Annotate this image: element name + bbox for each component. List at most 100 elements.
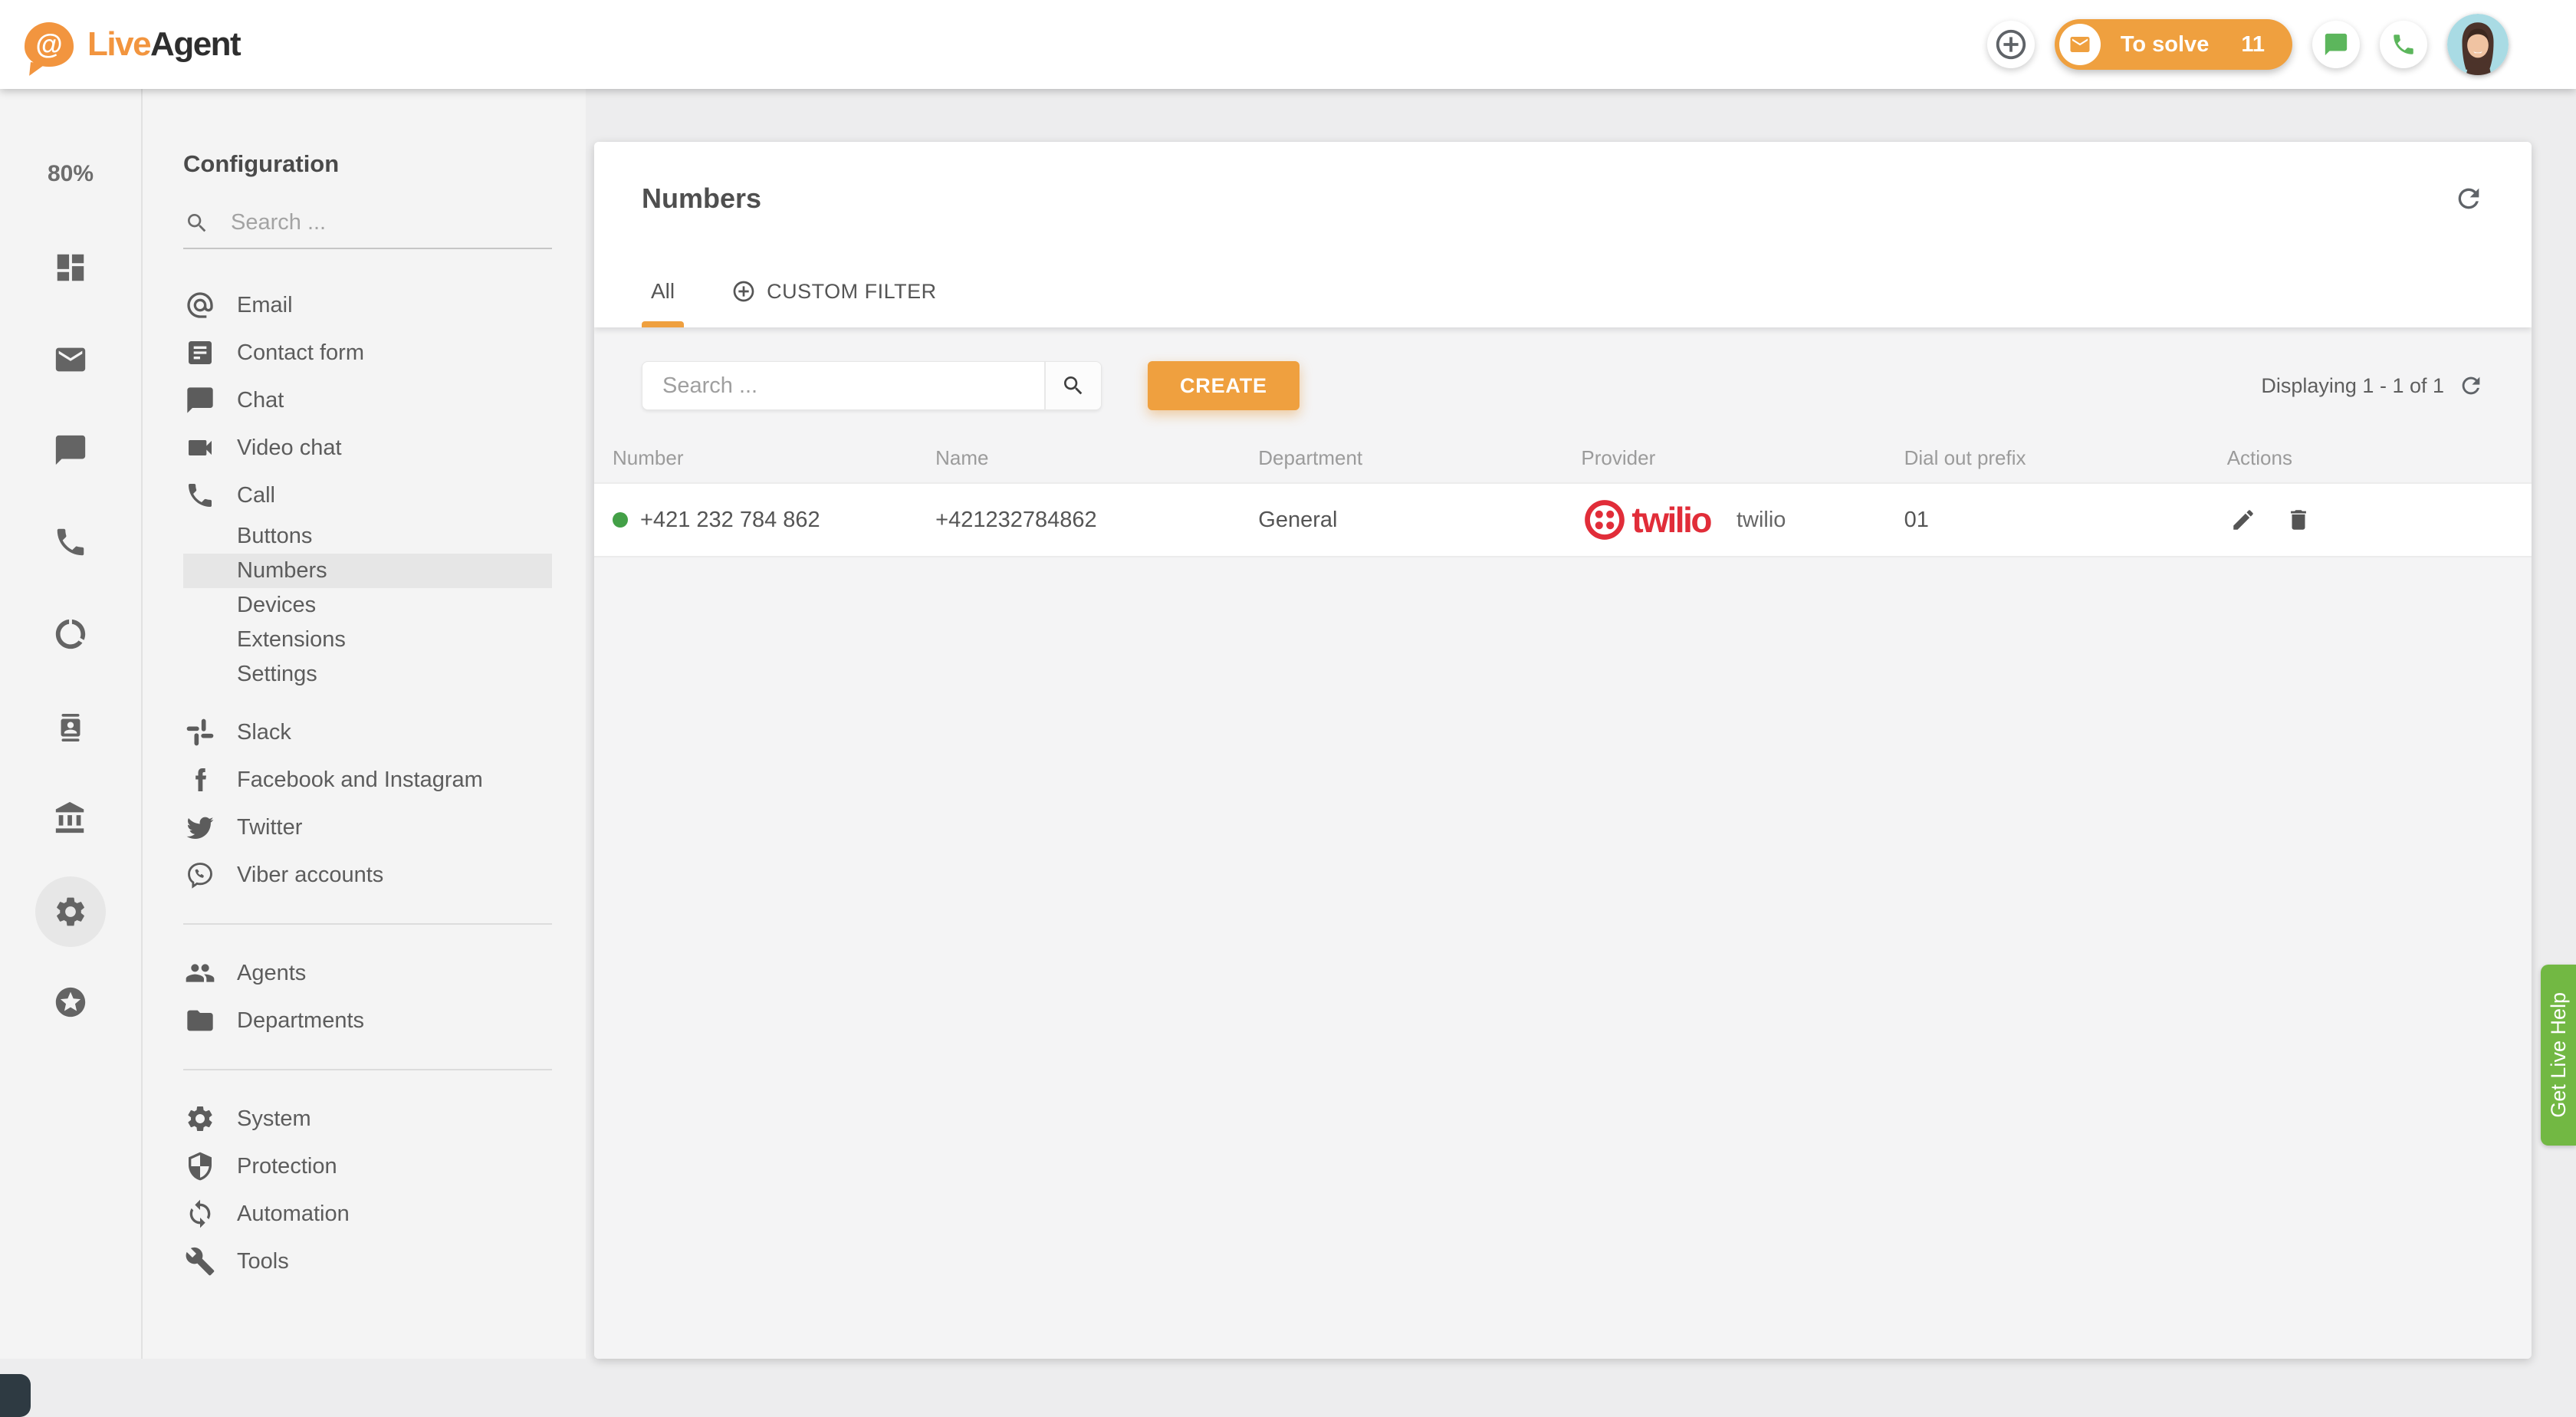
card-body: CREATE Displaying 1 - 1 of 1 Number Name… (594, 327, 2532, 1359)
menu-label: Automation (237, 1202, 350, 1227)
twilio-wordmark: twilio (1631, 499, 1710, 541)
liveagent-logo[interactable]: @ LiveAgent (25, 22, 240, 67)
rail-item-contacts[interactable] (46, 703, 95, 752)
brand-agent: Agent (150, 25, 240, 63)
submenu-item-buttons[interactable]: Buttons (183, 519, 552, 554)
configuration-menu: Email Contact form Chat Video chat Call … (183, 281, 552, 1285)
submenu-item-extensions[interactable]: Extensions (183, 623, 552, 657)
calls-button[interactable] (2380, 21, 2427, 68)
menu-item-departments[interactable]: Departments (183, 997, 552, 1044)
add-new-button[interactable] (1987, 21, 2035, 68)
rail-item-company[interactable] (46, 794, 95, 843)
menu-label: Viber accounts (237, 863, 383, 888)
rail-item-chats[interactable] (46, 426, 95, 475)
tabs-bar: All CUSTOM FILTER (642, 255, 2484, 327)
menu-item-agents[interactable]: Agents (183, 949, 552, 997)
submenu-label: Devices (237, 593, 316, 618)
page-title: Numbers (642, 182, 761, 215)
menu-label: Call (237, 483, 275, 508)
refresh-icon (2453, 183, 2484, 214)
rail-item-dashboard[interactable] (46, 243, 95, 292)
menu-item-chat[interactable]: Chat (183, 376, 552, 424)
menu-item-tools[interactable]: Tools (183, 1238, 552, 1285)
to-solve-button[interactable]: To solve 11 (2055, 19, 2292, 70)
number-cell: +421 232 784 862 (594, 508, 917, 533)
rail-item-configuration[interactable] (35, 876, 106, 947)
menu-item-call[interactable]: Call (183, 472, 552, 519)
column-header-number: Number (594, 446, 917, 470)
rail-item-starred[interactable] (46, 978, 95, 1027)
menu-label: Tools (237, 1249, 289, 1274)
submenu-label: Extensions (237, 627, 346, 653)
menu-item-automation[interactable]: Automation (183, 1190, 552, 1238)
user-avatar[interactable] (2447, 14, 2509, 75)
menu-item-email[interactable]: Email (183, 281, 552, 329)
content-area: 80% Configuration (0, 89, 2576, 1359)
menu-label: Agents (237, 961, 306, 986)
pencil-icon (2230, 507, 2256, 533)
column-header-name: Name (917, 446, 1240, 470)
menu-item-viber[interactable]: Viber accounts (183, 851, 552, 899)
folder-icon (183, 1005, 215, 1036)
menu-label: Video chat (237, 436, 342, 461)
menu-label: Twitter (237, 815, 302, 840)
refresh-icon (2458, 373, 2484, 399)
wrench-icon (183, 1246, 215, 1277)
table-search-button[interactable] (1044, 362, 1101, 409)
phone-icon (183, 480, 215, 511)
left-icon-rail: 80% (0, 89, 143, 1359)
card-refresh-button[interactable] (2453, 183, 2484, 214)
menu-item-system[interactable]: System (183, 1095, 552, 1142)
menu-item-slack[interactable]: Slack (183, 708, 552, 756)
get-live-help-tab[interactable]: Get Live Help (2541, 965, 2576, 1146)
table-header-row: Number Name Department Provider Dial out… (594, 433, 2532, 482)
table-row[interactable]: +421 232 784 862 +421232784862 General t… (594, 482, 2532, 557)
menu-item-contact-form[interactable]: Contact form (183, 329, 552, 376)
rail-item-reports[interactable] (46, 610, 95, 659)
rail-item-tickets[interactable] (46, 335, 95, 384)
menu-label: Protection (237, 1154, 337, 1179)
list-refresh-button[interactable] (2458, 373, 2484, 399)
actions-cell (2209, 504, 2532, 536)
shield-icon (183, 1151, 215, 1182)
to-solve-count: 11 (2241, 32, 2265, 58)
bank-icon (53, 801, 88, 836)
submenu-item-devices[interactable]: Devices (183, 588, 552, 623)
tab-custom-filter[interactable]: CUSTOM FILTER (722, 255, 946, 327)
rail-item-calls[interactable] (46, 518, 95, 567)
chats-button[interactable] (2312, 21, 2360, 68)
configuration-title: Configuration (183, 150, 552, 178)
facebook-icon (183, 764, 215, 795)
submenu-item-settings[interactable]: Settings (183, 657, 552, 692)
edit-button[interactable] (2227, 504, 2259, 536)
submenu-item-numbers[interactable]: Numbers (183, 554, 552, 588)
department-cell: General (1240, 508, 1562, 533)
corner-widget[interactable] (0, 1374, 31, 1417)
create-button[interactable]: CREATE (1148, 361, 1300, 410)
main-area: Numbers All CUSTOM FILTER (586, 89, 2576, 1359)
table-search-input[interactable] (642, 362, 1044, 409)
number-value: +421 232 784 862 (640, 508, 820, 533)
twitter-icon (183, 812, 215, 843)
card-title-row: Numbers (642, 142, 2484, 255)
mail-icon (2068, 33, 2091, 56)
delete-button[interactable] (2282, 504, 2315, 536)
numbers-card: Numbers All CUSTOM FILTER (594, 142, 2532, 1359)
menu-item-facebook-instagram[interactable]: Facebook and Instagram (183, 756, 552, 804)
menu-label: System (237, 1106, 311, 1132)
tab-all[interactable]: All (642, 255, 684, 327)
online-status-dot (613, 512, 628, 528)
menu-divider (183, 1069, 552, 1070)
tab-label: All (651, 279, 675, 304)
search-icon (185, 211, 209, 235)
at-icon (183, 290, 215, 321)
configuration-search (183, 205, 552, 249)
document-icon (183, 337, 215, 368)
menu-item-video-chat[interactable]: Video chat (183, 424, 552, 472)
sync-icon (183, 1198, 215, 1229)
plus-circle-icon (1993, 27, 2029, 62)
menu-item-twitter[interactable]: Twitter (183, 804, 552, 851)
menu-item-protection[interactable]: Protection (183, 1142, 552, 1190)
configuration-search-input[interactable] (231, 210, 550, 235)
trash-icon (2285, 507, 2312, 533)
